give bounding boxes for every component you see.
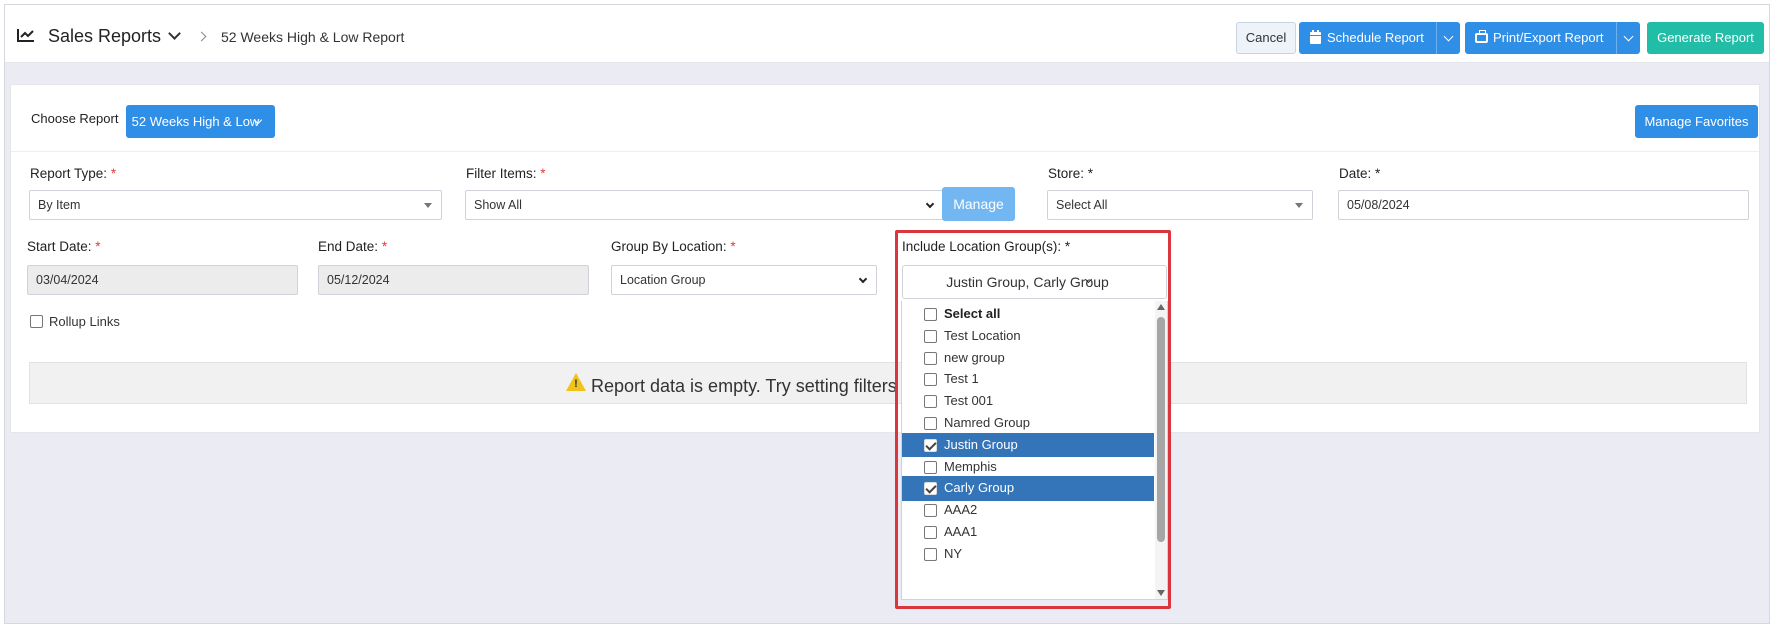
- chevron-down-icon[interactable]: [168, 27, 181, 40]
- generate-report-button[interactable]: Generate Report: [1647, 22, 1764, 54]
- choose-report-label: Choose Report: [31, 111, 119, 126]
- warning-mark: !: [574, 378, 578, 390]
- rollup-links-checkbox[interactable]: [30, 315, 43, 328]
- filter-items-value: Show All: [474, 198, 522, 212]
- option-checkbox[interactable]: [924, 351, 937, 365]
- location-group-option[interactable]: Test 001: [902, 389, 1154, 414]
- option-label: Select all: [944, 306, 1001, 321]
- option-checkbox[interactable]: [924, 547, 937, 561]
- group-by-location-select[interactable]: Location Group: [611, 265, 877, 295]
- chevron-down-icon: [858, 274, 868, 284]
- caret-down-icon: [1295, 203, 1303, 208]
- option-checkbox[interactable]: [924, 526, 937, 539]
- store-value: Select All: [1056, 198, 1108, 212]
- schedule-report-label: Schedule Report: [1327, 30, 1424, 45]
- print-export-button[interactable]: Print/Export Report: [1465, 22, 1616, 54]
- include-location-groups-toggle[interactable]: Justin Group, Carly Group: [902, 265, 1167, 299]
- option-checkbox[interactable]: [924, 417, 937, 430]
- option-label: Test Location: [944, 327, 1021, 343]
- option-label: new group: [944, 349, 1005, 365]
- choose-report-value: 52 Weeks High & Low: [131, 114, 260, 129]
- end-date-input: 05/12/2024: [318, 265, 589, 295]
- group-by-location-label: Group By Location: *: [611, 239, 736, 254]
- group-by-location-value: Location Group: [620, 273, 706, 287]
- chevron-right-icon: [196, 31, 207, 42]
- chevron-down-icon: [925, 199, 935, 209]
- breadcrumb: 52 Weeks High & Low Report: [221, 29, 405, 45]
- include-location-groups-label: Include Location Group(s): *: [902, 239, 1071, 254]
- caret-down-icon: [424, 203, 432, 208]
- top-bar: Sales Reports 52 Weeks High & Low Report…: [5, 5, 1769, 63]
- calendar-icon: [1310, 30, 1321, 44]
- option-label: Justin Group: [944, 436, 1018, 452]
- printer-icon: [1475, 30, 1488, 43]
- end-date-label: End Date: *: [318, 239, 388, 254]
- line-chart-icon: [17, 29, 34, 42]
- store-label: Store: *: [1048, 166, 1094, 181]
- option-checkbox[interactable]: [924, 329, 937, 343]
- option-label: Memphis: [944, 458, 997, 474]
- schedule-report-dropdown[interactable]: [1435, 22, 1460, 54]
- filter-items-label: Filter Items: *: [466, 166, 546, 181]
- option-checkbox[interactable]: [924, 308, 937, 321]
- store-select[interactable]: Select All: [1047, 190, 1313, 220]
- location-group-option[interactable]: NY: [902, 542, 1154, 567]
- start-date-label: Start Date: *: [27, 239, 101, 254]
- print-export-label: Print/Export Report: [1493, 30, 1604, 45]
- option-label: NY: [944, 545, 963, 561]
- option-checkbox[interactable]: [924, 395, 937, 409]
- location-groups-list: Select all Test Location new group Test 1 Te…: [901, 301, 1168, 600]
- manage-button[interactable]: Manage: [942, 187, 1015, 221]
- report-type-label: Report Type: *: [30, 166, 117, 181]
- schedule-report-button[interactable]: Schedule Report: [1299, 22, 1436, 54]
- cancel-button[interactable]: Cancel: [1236, 22, 1296, 54]
- print-export-split: Print/Export Report: [1465, 22, 1640, 54]
- location-group-option[interactable]: AAA2: [902, 498, 1154, 523]
- card-header: Choose Report 52 Weeks High & Low Manage…: [11, 85, 1759, 152]
- scrollbar-thumb[interactable]: [1157, 317, 1165, 542]
- option-label: AAA2: [944, 502, 978, 518]
- manage-favorites-button[interactable]: Manage Favorites: [1635, 105, 1758, 138]
- option-checkbox[interactable]: [924, 504, 937, 518]
- report-type-select[interactable]: By Item: [29, 190, 442, 220]
- option-checkbox[interactable]: [924, 438, 937, 452]
- option-label: Namred Group: [944, 415, 1030, 430]
- print-export-dropdown[interactable]: [1615, 22, 1640, 54]
- include-location-groups-value: Justin Group, Carly Group: [946, 274, 1109, 290]
- page-title: Sales Reports: [48, 26, 162, 46]
- scroll-up-arrow-icon[interactable]: [1157, 304, 1165, 310]
- schedule-report-split: Schedule Report: [1299, 22, 1460, 54]
- option-label: AAA1: [944, 524, 978, 539]
- report-type-value: By Item: [38, 198, 81, 212]
- option-label: Test 001: [944, 393, 994, 409]
- option-checkbox[interactable]: [924, 482, 937, 496]
- rollup-links-label: Rollup Links: [49, 314, 120, 329]
- option-label: Carly Group: [944, 480, 1015, 496]
- scroll-down-arrow-icon[interactable]: [1157, 590, 1165, 596]
- scrollbar[interactable]: [1155, 301, 1167, 599]
- date-label: Date: *: [1339, 166, 1381, 181]
- filter-items-select[interactable]: Show All: [465, 190, 944, 220]
- start-date-input: 03/04/2024: [27, 265, 298, 295]
- option-checkbox[interactable]: [924, 373, 937, 387]
- option-label: Test 1: [944, 371, 979, 387]
- date-input[interactable]: 05/08/2024: [1338, 190, 1749, 220]
- choose-report-button[interactable]: 52 Weeks High & Low: [126, 105, 275, 138]
- option-checkbox[interactable]: [924, 460, 937, 474]
